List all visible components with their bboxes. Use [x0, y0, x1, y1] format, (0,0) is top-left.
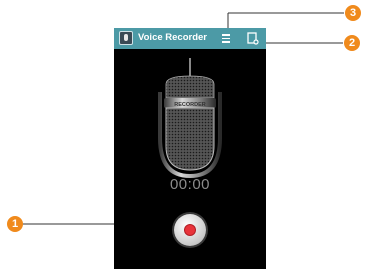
recordings-list-icon[interactable] [247, 32, 259, 45]
app-title: Voice Recorder [138, 32, 207, 43]
app-bar: Voice Recorder [114, 28, 266, 49]
menu-list-icon[interactable] [222, 34, 230, 43]
callout-3: 3 [345, 5, 361, 21]
callout-1: 1 [7, 216, 23, 232]
microphone-illustration: RECORDER [158, 58, 222, 178]
voice-recorder-app-icon [119, 31, 133, 45]
record-icon [185, 225, 195, 235]
recording-timer: 00:00 [169, 176, 211, 193]
record-button[interactable] [174, 214, 206, 246]
phone-screen: Voice Recorder RECORDER 00:00 [114, 28, 266, 269]
callout-2: 2 [344, 35, 360, 51]
mic-label: RECORDER [174, 102, 206, 108]
